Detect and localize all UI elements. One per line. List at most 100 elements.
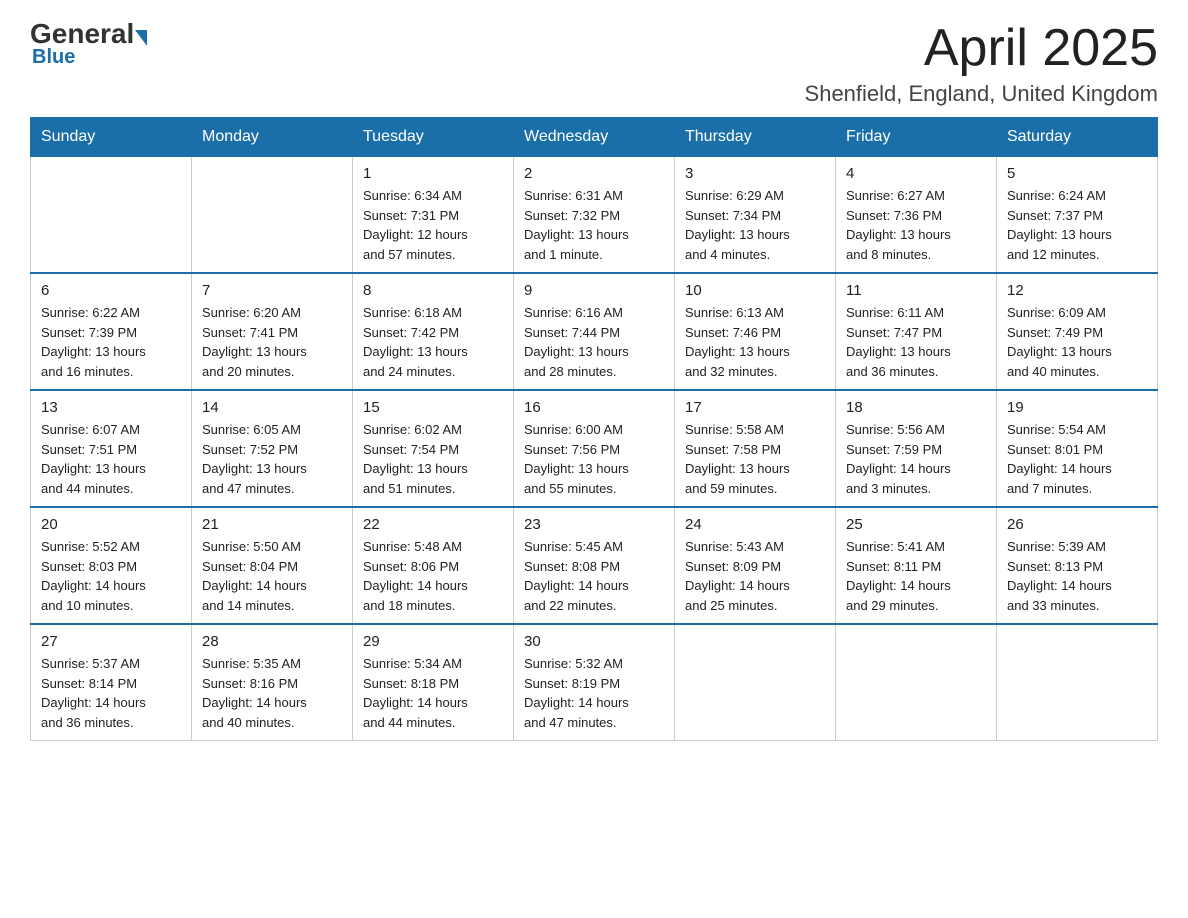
logo-blue-text: Blue (32, 46, 75, 69)
calendar-cell: 14 Sunrise: 6:05 AM Sunset: 7:52 PM Dayli… (192, 390, 353, 507)
header-cell-thursday: Thursday (675, 118, 836, 157)
calendar-cell: 11 Sunrise: 6:11 AM Sunset: 7:47 PM Dayli… (836, 273, 997, 390)
day-info: Sunrise: 5:34 AM Sunset: 8:18 PM Dayligh… (363, 654, 503, 732)
page-header: General Blue April 2025 Shenfield, Engla… (30, 20, 1158, 107)
day-info: Sunrise: 6:29 AM Sunset: 7:34 PM Dayligh… (685, 186, 825, 264)
calendar-table: SundayMondayTuesdayWednesdayThursdayFrid… (30, 117, 1158, 741)
day-number: 26 (1007, 516, 1147, 533)
calendar-cell: 1Sunrise: 6:34 AM Sunset: 7:31 PM Daylig… (353, 157, 514, 274)
calendar-cell: 2 Sunrise: 6:31 AM Sunset: 7:32 PM Daylig… (514, 157, 675, 274)
week-row-3: 20 Sunrise: 5:52 AM Sunset: 8:03 PM Dayli… (31, 507, 1158, 624)
header-cell-friday: Friday (836, 118, 997, 157)
day-info: Sunrise: 5:52 AM Sunset: 8:03 PM Dayligh… (41, 537, 181, 615)
day-info: Sunrise: 6:27 AM Sunset: 7:36 PM Dayligh… (846, 186, 986, 264)
day-number: 16 (524, 399, 664, 416)
calendar-cell: 7 Sunrise: 6:20 AM Sunset: 7:41 PM Daylig… (192, 273, 353, 390)
header-cell-wednesday: Wednesday (514, 118, 675, 157)
calendar-cell (997, 624, 1158, 741)
day-info: Sunrise: 6:09 AM Sunset: 7:49 PM Dayligh… (1007, 303, 1147, 381)
day-number: 24 (685, 516, 825, 533)
day-number: 11 (846, 282, 986, 299)
day-info: Sunrise: 6:31 AM Sunset: 7:32 PM Dayligh… (524, 186, 664, 264)
day-info: Sunrise: 6:20 AM Sunset: 7:41 PM Dayligh… (202, 303, 342, 381)
day-info: Sunrise: 6:34 AM Sunset: 7:31 PM Dayligh… (363, 186, 503, 264)
week-row-0: 1Sunrise: 6:34 AM Sunset: 7:31 PM Daylig… (31, 157, 1158, 274)
day-number: 19 (1007, 399, 1147, 416)
day-info: Sunrise: 5:32 AM Sunset: 8:19 PM Dayligh… (524, 654, 664, 732)
title-area: April 2025 Shenfield, England, United Ki… (805, 20, 1158, 107)
day-number: 14 (202, 399, 342, 416)
day-info: Sunrise: 6:24 AM Sunset: 7:37 PM Dayligh… (1007, 186, 1147, 264)
day-number: 5 (1007, 165, 1147, 182)
calendar-cell: 26 Sunrise: 5:39 AM Sunset: 8:13 PM Dayli… (997, 507, 1158, 624)
calendar-cell (31, 157, 192, 274)
calendar-cell: 5 Sunrise: 6:24 AM Sunset: 7:37 PM Daylig… (997, 157, 1158, 274)
week-row-2: 13 Sunrise: 6:07 AM Sunset: 7:51 PM Dayli… (31, 390, 1158, 507)
day-number: 6 (41, 282, 181, 299)
calendar-cell: 24 Sunrise: 5:43 AM Sunset: 8:09 PM Dayli… (675, 507, 836, 624)
calendar-cell: 8Sunrise: 6:18 AM Sunset: 7:42 PM Daylig… (353, 273, 514, 390)
day-number: 7 (202, 282, 342, 299)
calendar-cell: 16 Sunrise: 6:00 AM Sunset: 7:56 PM Dayli… (514, 390, 675, 507)
calendar-cell: 4 Sunrise: 6:27 AM Sunset: 7:36 PM Daylig… (836, 157, 997, 274)
day-info: Sunrise: 6:18 AM Sunset: 7:42 PM Dayligh… (363, 303, 503, 381)
calendar-cell: 6 Sunrise: 6:22 AM Sunset: 7:39 PM Daylig… (31, 273, 192, 390)
day-number: 20 (41, 516, 181, 533)
day-number: 15 (363, 399, 503, 416)
calendar-cell: 18 Sunrise: 5:56 AM Sunset: 7:59 PM Dayli… (836, 390, 997, 507)
day-number: 13 (41, 399, 181, 416)
day-number: 27 (41, 633, 181, 650)
calendar-header: SundayMondayTuesdayWednesdayThursdayFrid… (31, 118, 1158, 157)
day-info: Sunrise: 5:56 AM Sunset: 7:59 PM Dayligh… (846, 420, 986, 498)
calendar-cell: 10 Sunrise: 6:13 AM Sunset: 7:46 PM Dayli… (675, 273, 836, 390)
header-cell-tuesday: Tuesday (353, 118, 514, 157)
logo: General Blue (30, 20, 148, 69)
day-info: Sunrise: 5:43 AM Sunset: 8:09 PM Dayligh… (685, 537, 825, 615)
location-text: Shenfield, England, United Kingdom (805, 81, 1158, 107)
day-info: Sunrise: 6:07 AM Sunset: 7:51 PM Dayligh… (41, 420, 181, 498)
day-info: Sunrise: 5:58 AM Sunset: 7:58 PM Dayligh… (685, 420, 825, 498)
day-info: Sunrise: 5:54 AM Sunset: 8:01 PM Dayligh… (1007, 420, 1147, 498)
day-number: 9 (524, 282, 664, 299)
day-info: Sunrise: 6:11 AM Sunset: 7:47 PM Dayligh… (846, 303, 986, 381)
calendar-cell: 15 Sunrise: 6:02 AM Sunset: 7:54 PM Dayli… (353, 390, 514, 507)
day-info: Sunrise: 5:37 AM Sunset: 8:14 PM Dayligh… (41, 654, 181, 732)
day-number: 2 (524, 165, 664, 182)
month-title: April 2025 (805, 20, 1158, 77)
day-number: 23 (524, 516, 664, 533)
day-number: 22 (363, 516, 503, 533)
day-number: 10 (685, 282, 825, 299)
day-number: 3 (685, 165, 825, 182)
day-number: 17 (685, 399, 825, 416)
calendar-cell (192, 157, 353, 274)
calendar-cell: 23 Sunrise: 5:45 AM Sunset: 8:08 PM Dayli… (514, 507, 675, 624)
day-number: 4 (846, 165, 986, 182)
header-cell-sunday: Sunday (31, 118, 192, 157)
day-number: 29 (363, 633, 503, 650)
day-number: 12 (1007, 282, 1147, 299)
day-number: 18 (846, 399, 986, 416)
logo-arrow-icon (135, 30, 147, 46)
calendar-cell: 19 Sunrise: 5:54 AM Sunset: 8:01 PM Dayli… (997, 390, 1158, 507)
day-info: Sunrise: 5:45 AM Sunset: 8:08 PM Dayligh… (524, 537, 664, 615)
day-info: Sunrise: 6:22 AM Sunset: 7:39 PM Dayligh… (41, 303, 181, 381)
day-info: Sunrise: 6:13 AM Sunset: 7:46 PM Dayligh… (685, 303, 825, 381)
calendar-cell: 27 Sunrise: 5:37 AM Sunset: 8:14 PM Dayli… (31, 624, 192, 741)
calendar-cell: 29 Sunrise: 5:34 AM Sunset: 8:18 PM Dayli… (353, 624, 514, 741)
header-cell-monday: Monday (192, 118, 353, 157)
calendar-cell: 13 Sunrise: 6:07 AM Sunset: 7:51 PM Dayli… (31, 390, 192, 507)
day-info: Sunrise: 6:05 AM Sunset: 7:52 PM Dayligh… (202, 420, 342, 498)
calendar-cell: 30 Sunrise: 5:32 AM Sunset: 8:19 PM Dayli… (514, 624, 675, 741)
week-row-4: 27 Sunrise: 5:37 AM Sunset: 8:14 PM Dayli… (31, 624, 1158, 741)
calendar-cell (675, 624, 836, 741)
calendar-cell: 20 Sunrise: 5:52 AM Sunset: 8:03 PM Dayli… (31, 507, 192, 624)
day-info: Sunrise: 5:39 AM Sunset: 8:13 PM Dayligh… (1007, 537, 1147, 615)
header-row: SundayMondayTuesdayWednesdayThursdayFrid… (31, 118, 1158, 157)
day-info: Sunrise: 6:00 AM Sunset: 7:56 PM Dayligh… (524, 420, 664, 498)
logo-general-text: General (30, 20, 134, 48)
day-info: Sunrise: 6:16 AM Sunset: 7:44 PM Dayligh… (524, 303, 664, 381)
day-info: Sunrise: 6:02 AM Sunset: 7:54 PM Dayligh… (363, 420, 503, 498)
day-number: 30 (524, 633, 664, 650)
day-info: Sunrise: 5:41 AM Sunset: 8:11 PM Dayligh… (846, 537, 986, 615)
calendar-cell: 12 Sunrise: 6:09 AM Sunset: 7:49 PM Dayli… (997, 273, 1158, 390)
